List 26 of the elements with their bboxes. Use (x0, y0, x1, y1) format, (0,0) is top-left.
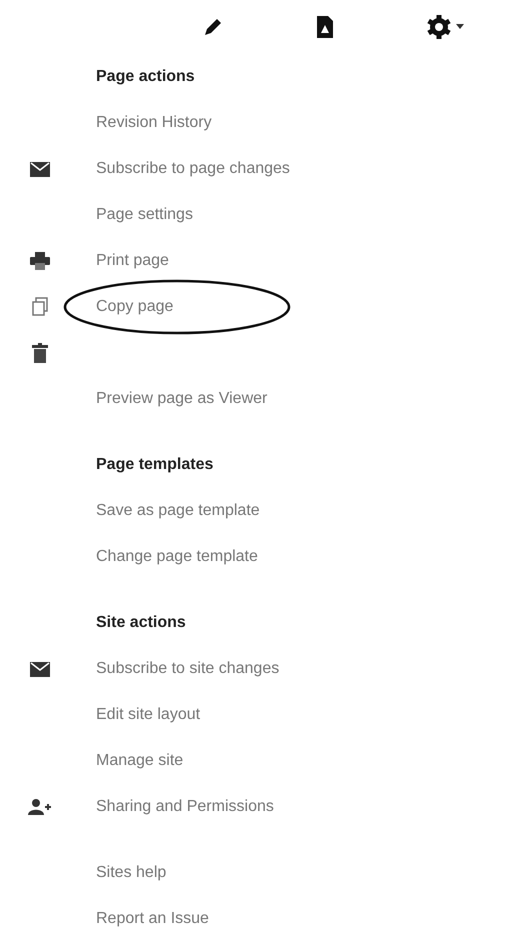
section-heading: Page templates (96, 455, 214, 475)
menu-item[interactable]: Sharing and Permissions (96, 795, 274, 819)
section-heading: Site actions (96, 613, 186, 633)
menu-item[interactable]: Subscribe to site changes (96, 657, 280, 681)
menu-item[interactable]: Preview page as Viewer (96, 387, 268, 411)
menu-item[interactable]: Subscribe to page changes (96, 157, 290, 181)
menu-item[interactable]: Sites help (96, 861, 166, 885)
trash-icon (32, 343, 48, 363)
settings-icon[interactable] (426, 14, 464, 40)
envelope-icon (30, 162, 50, 176)
menu-item[interactable]: Print page (96, 249, 169, 273)
printer-icon (30, 252, 50, 270)
menu-item[interactable]: Revision History (96, 111, 212, 135)
menu-item[interactable]: Change page template (96, 545, 258, 569)
copy-icon (31, 297, 49, 317)
person-add-icon (28, 799, 52, 815)
section-heading: Page actions (96, 67, 195, 87)
menu-item[interactable]: Edit site layout (96, 703, 200, 727)
menu-item[interactable]: Copy page (96, 295, 174, 319)
menu-item[interactable]: Manage site (96, 749, 184, 773)
pencil-icon[interactable] (202, 16, 224, 38)
menu-item[interactable]: Report an Issue (96, 907, 209, 931)
menu-item[interactable]: Save as page template (96, 499, 260, 523)
menu-item[interactable]: Page settings (96, 203, 193, 227)
envelope-icon (30, 662, 50, 676)
page-icon[interactable] (316, 15, 334, 39)
